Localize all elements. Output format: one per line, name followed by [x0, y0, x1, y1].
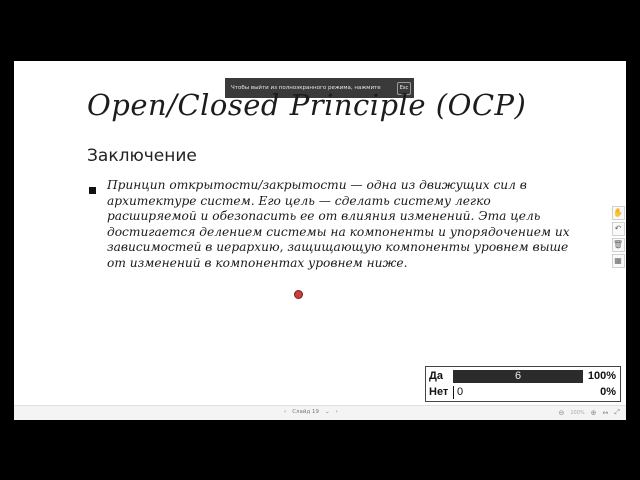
- poll-bar-yes: 6: [453, 370, 583, 383]
- poll-row-yes: Да 6 100%: [426, 369, 620, 384]
- bullet-text: Принцип открытости/закрытости — одна из …: [107, 178, 570, 270]
- zoom-level: 100%: [570, 409, 585, 416]
- presentation-nav-bar: ‹ Слайд 19 ⌄ › ⊖ 100% ⊕ ↔ ⤢: [14, 405, 626, 420]
- poll-percent-no: 0%: [600, 386, 616, 398]
- poll-label-no: Нет: [429, 386, 449, 398]
- undo-icon[interactable]: ↶: [611, 222, 625, 236]
- poll-label-yes: Да: [429, 370, 443, 382]
- poll-count-yes: 6: [514, 370, 522, 382]
- trash-icon[interactable]: 🗑: [611, 238, 625, 252]
- chevron-down-icon[interactable]: ⌄: [325, 409, 330, 415]
- poll-results: Да 6 100% Нет 0 0%: [425, 366, 621, 402]
- slide-title: Open/Closed Principle (OCP): [87, 88, 527, 122]
- annotation-toolbar: ✋ ↶ 🗑 ▦: [610, 206, 626, 268]
- fit-width-icon[interactable]: ↔: [603, 409, 609, 417]
- zoom-in-icon[interactable]: ⊕: [591, 409, 597, 417]
- fullscreen-icon[interactable]: ⤢: [614, 408, 620, 417]
- poll-row-no: Нет 0 0%: [426, 385, 620, 400]
- zoom-out-icon[interactable]: ⊖: [558, 409, 564, 417]
- slide-subtitle: Заключение: [87, 146, 197, 166]
- chart-icon[interactable]: ▦: [611, 254, 625, 268]
- presentation-screen: Чтобы выйти из полноэкранного режима, на…: [14, 61, 626, 420]
- bullet-marker: [89, 187, 96, 194]
- prev-slide-button[interactable]: ‹: [284, 409, 286, 415]
- next-slide-button[interactable]: ›: [336, 409, 338, 415]
- slide-label[interactable]: Слайд 19: [292, 409, 319, 415]
- view-controls: ⊖ 100% ⊕ ↔ ⤢: [558, 408, 620, 417]
- poll-bar-no: 0: [453, 386, 583, 399]
- slide-navigator: ‹ Слайд 19 ⌄ ›: [284, 409, 338, 415]
- laser-pointer-icon: [294, 290, 303, 299]
- hand-tool-icon[interactable]: ✋: [611, 206, 625, 220]
- poll-count-no: 0: [457, 386, 464, 398]
- poll-percent-yes: 100%: [587, 370, 616, 382]
